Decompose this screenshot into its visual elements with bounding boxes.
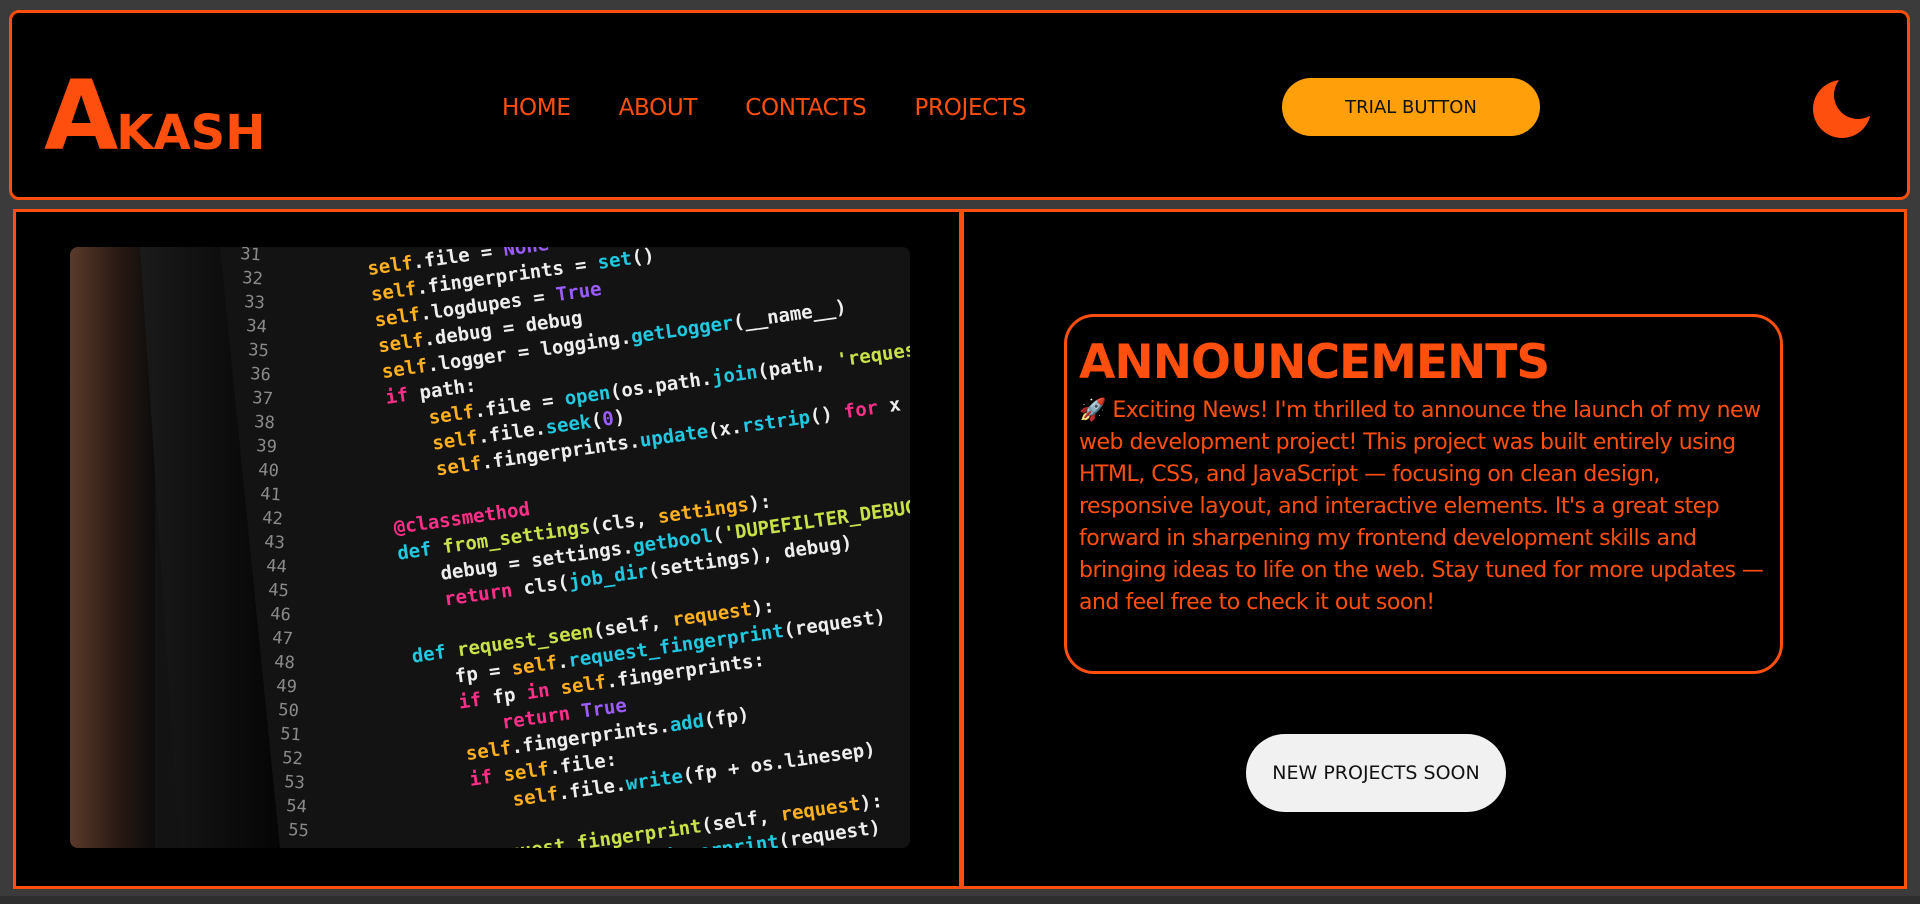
svg-text:54: 54 bbox=[286, 796, 308, 817]
svg-text:42: 42 bbox=[262, 508, 284, 529]
svg-text:40: 40 bbox=[258, 460, 280, 481]
trial-button[interactable]: TRIAL BUTTON bbox=[1282, 78, 1540, 136]
announcement-title: ANNOUNCEMENTS bbox=[1079, 335, 1550, 390]
logo-initial: A bbox=[44, 60, 118, 172]
nav-contacts[interactable]: CONTACTS bbox=[745, 95, 867, 121]
nav-about[interactable]: ABOUT bbox=[619, 95, 698, 121]
section-divider bbox=[959, 212, 964, 886]
svg-text:35: 35 bbox=[248, 340, 270, 361]
svg-text:48: 48 bbox=[274, 652, 296, 673]
site-header: A KASH HOME ABOUT CONTACTS PROJECTS TRIA… bbox=[9, 10, 1910, 200]
svg-text:44: 44 bbox=[266, 556, 288, 577]
announcement-card: ANNOUNCEMENTS 🚀 Exciting News! I'm thril… bbox=[1064, 314, 1783, 674]
announcement-body: 🚀 Exciting News! I'm thrilled to announc… bbox=[1079, 397, 1764, 615]
svg-text:52: 52 bbox=[282, 748, 304, 769]
svg-text:39: 39 bbox=[256, 436, 278, 457]
main-content: 31 32 33 34 35 36 37 38 39 40 41 42 43 4… bbox=[13, 209, 1907, 889]
svg-text:55: 55 bbox=[288, 820, 310, 841]
svg-text:37: 37 bbox=[252, 388, 274, 409]
svg-text:45: 45 bbox=[268, 580, 290, 601]
nav-projects[interactable]: PROJECTS bbox=[914, 95, 1026, 121]
bottom-strip bbox=[0, 896, 1920, 904]
svg-text:41: 41 bbox=[260, 484, 282, 505]
svg-text:51: 51 bbox=[280, 724, 302, 745]
svg-text:38: 38 bbox=[254, 412, 276, 433]
svg-text:34: 34 bbox=[246, 316, 268, 337]
logo-text: KASH bbox=[116, 105, 266, 161]
code-screenshot-image: 31 32 33 34 35 36 37 38 39 40 41 42 43 4… bbox=[70, 247, 910, 848]
svg-text:49: 49 bbox=[276, 676, 298, 697]
moon-icon[interactable] bbox=[1812, 75, 1876, 139]
new-projects-button[interactable]: NEW PROJECTS SOON bbox=[1246, 734, 1506, 812]
svg-text:50: 50 bbox=[278, 700, 300, 721]
svg-text:33: 33 bbox=[244, 292, 266, 313]
svg-text:47: 47 bbox=[272, 628, 294, 649]
svg-text:43: 43 bbox=[264, 532, 286, 553]
svg-text:32: 32 bbox=[242, 268, 264, 289]
page-frame: A KASH HOME ABOUT CONTACTS PROJECTS TRIA… bbox=[0, 0, 1920, 904]
logo[interactable]: A KASH bbox=[44, 68, 265, 164]
main-nav: HOME ABOUT CONTACTS PROJECTS bbox=[502, 95, 1026, 121]
svg-text:36: 36 bbox=[250, 364, 272, 385]
svg-text:31: 31 bbox=[240, 247, 262, 265]
nav-home[interactable]: HOME bbox=[502, 95, 571, 121]
svg-text:53: 53 bbox=[284, 772, 306, 793]
svg-text:46: 46 bbox=[270, 604, 292, 625]
